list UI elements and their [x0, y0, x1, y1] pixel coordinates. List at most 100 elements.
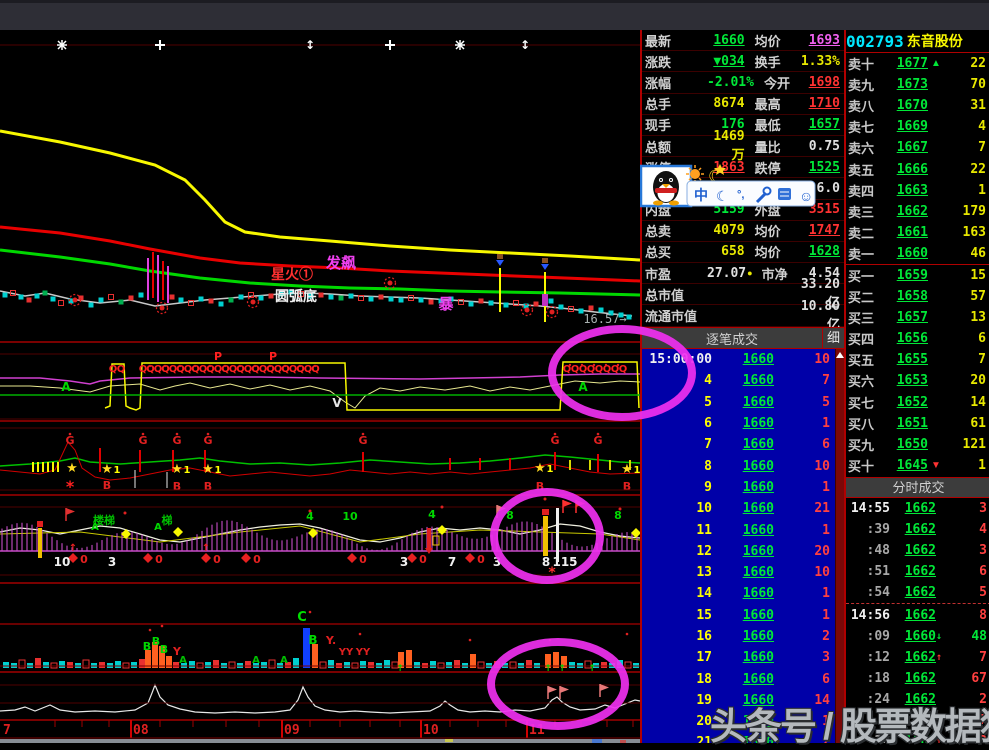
quote-value: 1657	[799, 117, 844, 132]
sell-level-row[interactable]: 卖七 1669 4	[846, 116, 989, 137]
trade-time: 10	[642, 501, 712, 516]
tick-trade-row: 15 1660 1	[642, 605, 844, 626]
mode-button[interactable]: 中	[694, 187, 708, 203]
punctuation-icon[interactable]: °,	[737, 189, 744, 201]
svg-text:↑: ↑	[69, 543, 77, 554]
sell-level-row[interactable]: 卖六 1667 7	[846, 137, 989, 158]
trade-volume: 10	[774, 565, 844, 580]
buy-level-row[interactable]: 买三 1657 13	[846, 307, 989, 328]
sell-level-row[interactable]: 卖四 1663 1	[846, 180, 989, 201]
tick-trade-row: 8 1660 10	[642, 455, 844, 476]
trade-volume: 8	[948, 608, 989, 623]
level-price: 1667	[886, 140, 928, 155]
buy-level-row[interactable]: 买六 1653 20	[846, 370, 989, 391]
sell-level-row[interactable]: 卖五 1666 22	[846, 158, 989, 179]
level-label: 卖七	[846, 117, 886, 136]
trade-price: 1660	[712, 501, 774, 516]
svg-text:B: B	[308, 633, 317, 647]
sell-level-row[interactable]: 卖三 1662 179	[846, 201, 989, 222]
smiley-icon[interactable]: ☺	[799, 188, 813, 204]
level-label: 卖五	[846, 160, 886, 179]
quote-row: 总买 658 均价 1628	[642, 242, 844, 263]
level-price: 1652	[886, 395, 928, 410]
stock-name: 东音股份	[904, 31, 963, 51]
quote-label: 流通市值	[642, 306, 707, 325]
level-label: 卖十	[846, 54, 886, 73]
sell-level-row[interactable]: 卖九 1673 70	[846, 74, 989, 95]
chart-price-label: 16.57→	[583, 312, 626, 326]
trade-time: 7	[642, 437, 712, 452]
svg-text:*: *	[548, 565, 556, 581]
trade-price: 1662	[890, 522, 936, 537]
tick-trade-panel: 逐笔成交 细 15:00:00 1660 10 4 1660 7 5 1660 …	[642, 327, 844, 743]
svg-text:1: 1	[114, 465, 121, 476]
tick-trade-header: 逐笔成交 细	[642, 327, 844, 349]
quote-value: 1747	[799, 223, 844, 238]
axis-month-label: 7	[3, 723, 11, 738]
sell-level-row[interactable]: 卖十 1677 ▲ 22	[846, 53, 989, 74]
buy-level-row[interactable]: 买一 1659 15	[846, 265, 989, 286]
level-label: 卖八	[846, 96, 886, 115]
buy-level-row[interactable]: 买八 1651 61	[846, 413, 989, 434]
time-sales-row: 14:55 1662 3	[846, 498, 989, 519]
buy-level-row[interactable]: 买七 1652 14	[846, 392, 989, 413]
night-mode-icon[interactable]: ☾	[716, 188, 729, 204]
level-price: 1673	[886, 77, 928, 92]
quote-row: 最新 1660 均价 1693	[642, 30, 844, 51]
buy-level-row[interactable]: 买二 1658 57	[846, 286, 989, 307]
keyboard-panel-icon[interactable]	[778, 188, 791, 200]
level-label: 买九	[846, 435, 886, 454]
trade-time: 15	[642, 608, 712, 623]
level-label: 卖三	[846, 202, 886, 221]
svg-text:梯: 梯	[162, 513, 173, 527]
buy-level-row[interactable]: 买五 1655 7	[846, 349, 989, 370]
level-volume: 70	[944, 77, 989, 92]
trade-price: 1660	[712, 650, 774, 665]
stock-code: 002793	[846, 32, 904, 51]
svg-text:7: 7	[448, 555, 456, 569]
trade-time: 18	[642, 672, 712, 687]
quote-label: 总卖	[642, 221, 707, 240]
svg-text:115: 115	[552, 555, 577, 569]
trade-time: 9	[642, 480, 712, 495]
window-top-bar	[0, 0, 989, 30]
trade-time: :09	[846, 629, 890, 644]
trade-price: 1660	[712, 672, 774, 687]
svg-text:0: 0	[419, 553, 427, 566]
buy-level-row[interactable]: 买十 1645 ▼ 1	[846, 455, 989, 476]
quote-row: 总手 8674 最高 1710	[642, 94, 844, 115]
level-volume: 1	[944, 458, 989, 473]
sell-level-row[interactable]: 卖二 1661 163	[846, 222, 989, 243]
level-price: 1662	[886, 204, 928, 219]
svg-text:0: 0	[80, 553, 88, 566]
sell-level-row[interactable]: 卖一 1660 46	[846, 243, 989, 264]
svg-text:10: 10	[342, 510, 358, 523]
quote-row: 总额 1469万 量比 0.75	[642, 136, 844, 157]
buy-level-row[interactable]: 买九 1650 121	[846, 434, 989, 455]
level-price: 1661	[886, 225, 928, 240]
svg-text:★: ★	[621, 462, 633, 477]
trade-volume: 1	[774, 586, 844, 601]
sell-level-row[interactable]: 卖八 1670 31	[846, 95, 989, 116]
scrollbar[interactable]	[835, 349, 844, 743]
svg-text:0: 0	[213, 553, 221, 566]
main-chart[interactable]: ↕↕QQQQQQQQQQQQQQQQQQQQQQQQQQQQQQQQQQPPAA…	[0, 30, 640, 743]
scroll-up-icon[interactable]	[836, 352, 844, 358]
trade-time: 5	[642, 395, 712, 410]
tick-trade-list[interactable]: 15:00:00 1660 10 4 1660 7 5 1660 5 6 166…	[642, 349, 844, 743]
svg-text:Q: Q	[117, 364, 126, 375]
detail-button[interactable]: 细	[822, 328, 844, 348]
trade-time: 14:56	[846, 608, 890, 623]
qq-input-widget[interactable]: ☾ 中 ☾ °, ☺	[640, 160, 818, 213]
quote-value: 1.33%	[799, 54, 844, 69]
stock-header[interactable]: 002793 东音股份	[846, 30, 989, 53]
svg-text:YY: YY	[338, 647, 354, 658]
tick-trade-row: 10 1660 21	[642, 498, 844, 519]
svg-text:8: 8	[506, 509, 514, 522]
time-sales-row: :48 1662 3	[846, 540, 989, 561]
tick-trade-row: 6 1660 1	[642, 413, 844, 434]
tick-trade-row: 7 1660 6	[642, 434, 844, 455]
svg-text:0: 0	[253, 553, 261, 566]
buy-level-row[interactable]: 买四 1656 6	[846, 328, 989, 349]
time-sales-row: 14:56 1662 8	[846, 603, 989, 625]
